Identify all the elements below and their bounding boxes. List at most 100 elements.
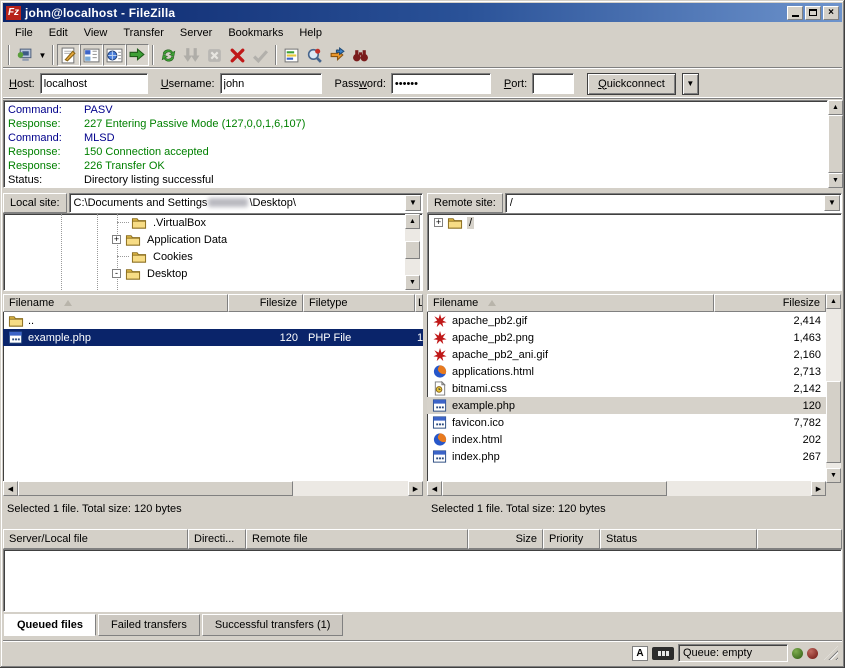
scroll-down-button[interactable]: ▼ [826,468,841,483]
column-header-filename[interactable]: Filename [3,294,228,312]
tree-item-root[interactable]: + / [428,214,841,231]
collapse-icon[interactable]: - [112,269,121,278]
column-header-direction[interactable]: Directi... [188,529,246,549]
tab-queued-files[interactable]: Queued files [4,614,96,636]
tree-item-virtualbox[interactable]: .VirtualBox [4,214,422,231]
tree-item-desktop[interactable]: - Desktop [4,265,422,282]
password-input[interactable] [391,73,491,94]
port-input[interactable] [532,73,574,94]
find-files-button[interactable] [349,44,372,66]
abort-button[interactable] [249,44,272,66]
remote-site-combobox[interactable]: / ▼ [505,193,842,213]
local-tree-scrollbar[interactable]: ▲ ▼ [405,214,420,290]
quickconnect-dropdown[interactable]: ▼ [682,73,699,95]
file-row[interactable]: apache_pb2.png 1,463 [427,329,826,346]
broken-image-icon [432,330,448,345]
remote-list-hscrollbar[interactable]: ◀ ▶ [427,481,826,496]
column-header-size[interactable]: Size [468,529,543,549]
expand-icon[interactable]: + [434,218,443,227]
file-row-selected[interactable]: example.php 120 [427,397,826,414]
menu-edit[interactable]: Edit [41,25,76,41]
column-header-filetype[interactable]: Filetype [303,294,415,312]
maximize-button[interactable] [805,6,821,20]
column-header-filesize[interactable]: Filesize [228,294,303,312]
scrollbar-thumb[interactable] [826,381,841,463]
cancel-operation-button[interactable] [203,44,226,66]
combo-dropdown-arrow[interactable]: ▼ [824,195,840,211]
html-file-icon [432,432,448,447]
message-log-toggle-button[interactable] [57,44,80,66]
combo-dropdown-arrow[interactable]: ▼ [405,195,421,211]
remote-list-vscrollbar[interactable]: ▲ ▼ [826,294,841,483]
local-status-text: Selected 1 file. Total size: 120 bytes [3,500,423,520]
scroll-down-button[interactable]: ▼ [405,275,420,290]
queue-toggle-button[interactable] [126,44,149,66]
folder-icon [131,249,147,264]
column-header-status[interactable]: Status [600,529,757,549]
column-header-filesize[interactable]: Filesize [714,294,826,312]
file-row[interactable]: favicon.ico 7,782 [427,414,826,431]
column-header-filename[interactable]: Filename [427,294,714,312]
remote-treeview-toggle-button[interactable] [103,44,126,66]
column-header-server-local-file[interactable]: Server/Local file [3,529,188,549]
menu-bookmarks[interactable]: Bookmarks [220,25,291,41]
process-queue-button[interactable] [180,44,203,66]
menu-view[interactable]: View [76,25,116,41]
expand-icon[interactable]: + [112,235,121,244]
menu-help[interactable]: Help [291,25,330,41]
scroll-down-button[interactable]: ▼ [828,173,843,188]
file-row[interactable]: apache_pb2.gif 2,414 [427,312,826,329]
scroll-left-button[interactable]: ◀ [427,481,442,496]
host-input[interactable] [40,73,148,94]
close-button[interactable]: × [823,6,839,20]
scrollbar-thumb[interactable] [442,481,667,496]
tree-item-cookies[interactable]: Cookies [4,248,422,265]
tab-failed-transfers[interactable]: Failed transfers [98,614,200,636]
scrollbar-thumb[interactable] [18,481,293,496]
transfer-type-indicator-icon[interactable]: A [632,646,648,661]
tree-item-application-data[interactable]: + Application Data [4,231,422,248]
file-row-parent[interactable]: .. [3,312,423,329]
file-row[interactable]: apache_pb2_ani.gif 2,160 [427,346,826,363]
scroll-up-button[interactable]: ▲ [828,100,843,115]
encryption-indicator-icon[interactable] [652,647,674,660]
tab-successful-transfers[interactable]: Successful transfers (1) [202,614,344,636]
site-manager-button[interactable] [13,44,36,66]
menu-server[interactable]: Server [172,25,220,41]
site-manager-dropdown[interactable]: ▼ [36,44,49,66]
column-header-remote-file[interactable]: Remote file [246,529,468,549]
menu-file[interactable]: File [7,25,41,41]
queue-list [3,549,842,612]
log-scrollbar[interactable]: ▲ ▼ [828,100,843,188]
column-header-priority[interactable]: Priority [543,529,600,549]
file-row-selected[interactable]: example.php 120 PHP File 1 [3,329,423,346]
refresh-button[interactable] [157,44,180,66]
file-row[interactable]: index.html 202 [427,431,826,448]
local-list-hscrollbar[interactable]: ◀ ▶ [3,481,423,496]
filezilla-window: Fz john@localhost - FileZilla × File Edi… [0,0,845,668]
resize-grip[interactable] [824,646,838,660]
minimize-button[interactable] [787,6,803,20]
scrollbar-thumb[interactable] [828,115,843,173]
menu-transfer[interactable]: Transfer [115,25,172,41]
file-row[interactable]: index.php 267 [427,448,826,465]
message-log: Command:PASV Response:227 Entering Passi… [3,100,828,188]
scroll-up-button[interactable]: ▲ [826,294,841,309]
scroll-right-button[interactable]: ▶ [408,481,423,496]
local-site-combobox[interactable]: C:\Documents and Settings\Desktop\ ▼ [69,193,423,213]
scroll-up-button[interactable]: ▲ [405,214,420,229]
scrollbar-thumb[interactable] [405,241,420,259]
quickconnect-button[interactable]: Quickconnect [587,73,676,95]
scroll-right-button[interactable]: ▶ [811,481,826,496]
local-treeview-toggle-button[interactable] [80,44,103,66]
scroll-left-button[interactable]: ◀ [3,481,18,496]
username-input[interactable] [220,73,322,94]
synchronized-browsing-button[interactable] [326,44,349,66]
column-header-lastmodified[interactable]: L [415,294,423,312]
status-bar: A Queue: empty [3,640,842,665]
directory-comparison-button[interactable] [303,44,326,66]
filter-button[interactable] [280,44,303,66]
disconnect-button[interactable] [226,44,249,66]
file-row[interactable]: bitnami.css 2,142 [427,380,826,397]
file-row[interactable]: applications.html 2,713 [427,363,826,380]
